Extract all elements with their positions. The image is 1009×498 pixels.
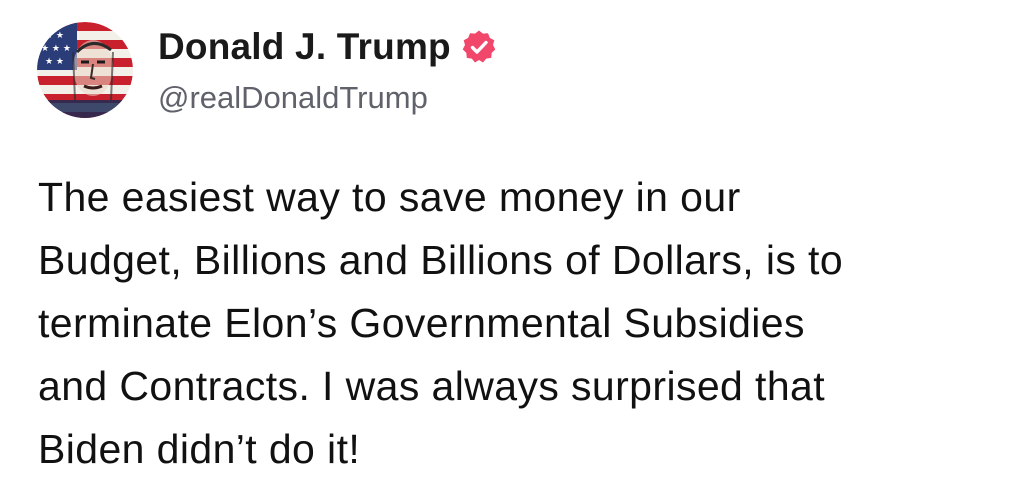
- flag-portrait-avatar-icon: ★ ★ ★ ★ ★ ★ ★: [37, 22, 133, 118]
- svg-text:★ ★ ★: ★ ★ ★: [41, 44, 71, 54]
- post-text-line: The easiest way to save money in our: [38, 174, 741, 220]
- author-handle[interactable]: @realDonaldTrump: [158, 80, 428, 116]
- verified-badge-icon: [461, 29, 497, 65]
- author-name-row: Donald J. Trump: [158, 24, 497, 70]
- post-card: ★ ★ ★ ★ ★ ★ ★ Donald J. Trump @realDonal…: [0, 0, 1009, 498]
- svg-text:★ ★: ★ ★: [45, 31, 64, 41]
- svg-text:★ ★: ★ ★: [45, 57, 64, 67]
- post-text-line: Biden didn’t do it!: [38, 426, 361, 472]
- post-text-line: and Contracts. I was always surprised th…: [38, 363, 826, 409]
- post-body: The easiest way to save money in our Bud…: [38, 166, 998, 481]
- post-text-line: Budget, Billions and Billions of Dollars…: [38, 237, 844, 283]
- avatar[interactable]: ★ ★ ★ ★ ★ ★ ★: [37, 22, 133, 118]
- author-display-name[interactable]: Donald J. Trump: [158, 26, 451, 68]
- post-text-line: terminate Elon’s Governmental Subsidies: [38, 300, 805, 346]
